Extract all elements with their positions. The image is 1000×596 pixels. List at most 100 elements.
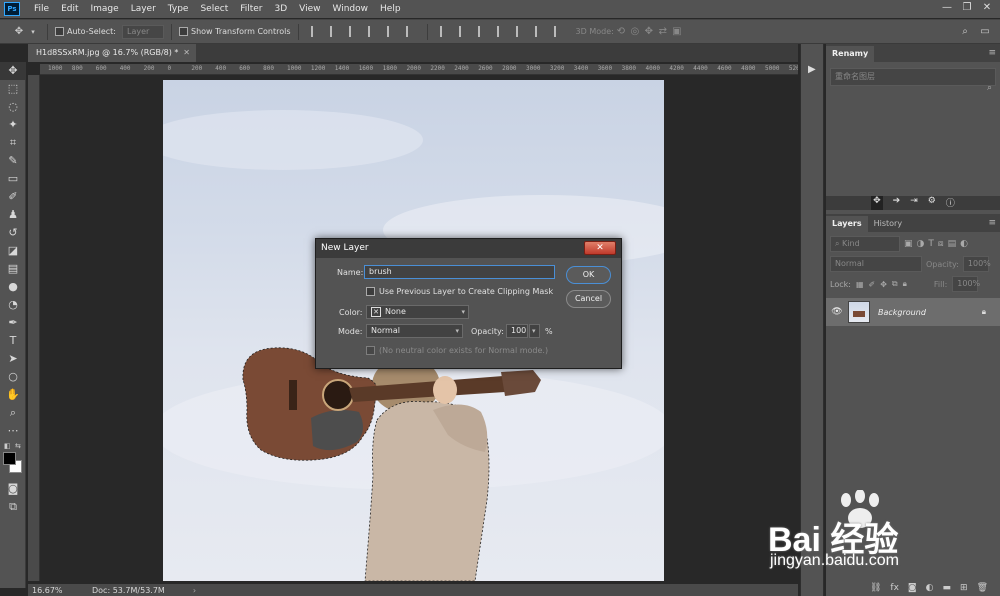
menu-image[interactable]: Image [85,4,125,14]
move-tool-icon[interactable]: ✥ [12,25,26,39]
move-panel-icon[interactable]: ✥ [871,196,883,210]
auto-select-dropdown[interactable]: Layer [121,24,164,39]
distribute-right-icon[interactable] [534,26,544,37]
shape-tool-icon[interactable]: ○ [0,368,26,386]
path-selection-tool-icon[interactable]: ➤ [0,350,26,368]
settings-icon[interactable]: ⚙ [928,196,936,210]
new-layer-icon[interactable]: ⊞ [960,583,968,593]
align-bottom-icon[interactable] [348,26,358,37]
kind-filter-dropdown[interactable]: ⌕ Kind [830,236,900,252]
move-tool-icon[interactable]: ✥ [0,62,26,80]
document-tab[interactable]: H1d8SSxRM.jpg @ 16.7% (RGB/8) * ✕ [28,44,196,62]
new-group-icon[interactable]: ▬ [943,583,952,593]
hand-tool-icon[interactable]: ✋ [0,386,26,404]
panel-menu-icon[interactable]: ≡ [988,218,996,228]
slide-3d-icon[interactable]: ⇄ [656,25,670,39]
pen-tool-icon[interactable]: ✒ [0,314,26,332]
name-field[interactable]: brush [364,265,555,279]
eraser-tool-icon[interactable]: ◪ [0,242,26,260]
zoom-level[interactable]: 16.67% [32,586,88,595]
color-dropdown[interactable]: ✕ None ▾ [366,305,469,319]
menu-file[interactable]: File [28,4,55,14]
align-hcenter-icon[interactable] [386,26,396,37]
add-mask-icon[interactable]: ◙ [908,583,917,593]
lasso-tool-icon[interactable]: ◌ [0,98,26,116]
delete-layer-icon[interactable]: 🗑︎ [977,583,988,593]
menu-type[interactable]: Type [162,4,195,14]
clipping-mask-checkbox[interactable] [366,287,375,296]
ok-button[interactable]: OK [566,266,611,284]
auto-select-checkbox[interactable] [55,27,64,36]
lock-artboard-icon[interactable]: ⧉ [892,279,898,289]
restore-icon[interactable]: ❐ [958,1,976,15]
orbit-3d-icon[interactable]: ⟲ [614,25,628,39]
lock-pixels-icon[interactable]: ▦ [856,280,864,289]
rename-input[interactable]: 重命名图层 [830,68,996,86]
type-filter-icon[interactable]: T [928,239,934,249]
adjustment-layer-icon[interactable]: ◐ [926,583,934,593]
status-menu-icon[interactable]: › [193,586,196,595]
mode-dropdown[interactable]: Normal ▾ [366,324,463,338]
marquee-tool-icon[interactable]: ⬚ [0,80,26,98]
align-vcenter-icon[interactable] [329,26,339,37]
layer-name[interactable]: Background [878,308,926,317]
auto-align-icon[interactable] [553,26,563,37]
stamp-tool-icon[interactable]: ♟ [0,206,26,224]
magic-wand-tool-icon[interactable]: ✦ [0,116,26,134]
menu-3d[interactable]: 3D [269,4,294,14]
distribute-hcenter-icon[interactable] [515,26,525,37]
workspace-icon[interactable]: ▭ [978,25,992,39]
menu-filter[interactable]: Filter [234,4,268,14]
menu-window[interactable]: Window [327,4,375,14]
cancel-button[interactable]: Cancel [566,290,611,308]
crop-tool-icon[interactable]: ⌗ [0,134,26,152]
menu-edit[interactable]: Edit [55,4,84,14]
distribute-bottom-icon[interactable] [477,26,487,37]
swap-colors-icon[interactable]: ⇆ [15,442,21,450]
info-icon[interactable]: ⓘ [946,196,955,210]
more-tools-icon[interactable]: ⋯ [0,422,26,440]
export-icon[interactable]: ⇥ [910,196,918,210]
layer-row[interactable]: 👁︎ Background 🔒︎ [826,298,1000,326]
align-right-icon[interactable] [405,26,415,37]
layer-style-icon[interactable]: fx [890,583,899,593]
chevron-down-icon[interactable]: ▾ [26,25,40,39]
filter-toggle-icon[interactable]: ◐ [960,239,968,249]
quick-mask-icon[interactable]: ◙ [0,480,26,498]
arrow-right-icon[interactable]: ➔ [893,196,901,210]
search-icon[interactable]: ⌕ [987,83,992,93]
lock-position-icon[interactable]: ✥ [880,280,887,289]
distribute-left-icon[interactable] [496,26,506,37]
panel-menu-icon[interactable]: ≡ [988,48,996,58]
menu-layer[interactable]: Layer [125,4,162,14]
history-brush-tool-icon[interactable]: ↺ [0,224,26,242]
screen-mode-icon[interactable]: ⧉ [0,498,26,516]
menu-help[interactable]: Help [374,4,407,14]
brush-tool-icon[interactable]: ✐ [0,188,26,206]
minimize-icon[interactable]: — [938,1,956,15]
close-dialog-button[interactable]: ✕ [584,241,616,255]
close-icon[interactable]: ✕ [978,1,996,15]
align-left-icon[interactable] [367,26,377,37]
eyedropper-tool-icon[interactable]: ✎ [0,152,26,170]
opacity-field[interactable]: 100 [506,324,528,338]
zoom-tool-icon[interactable]: ⌕ [0,404,26,422]
gradient-tool-icon[interactable]: ▤ [0,260,26,278]
lock-all-icon[interactable]: 🔒︎ [903,279,907,289]
fill-field[interactable]: 100% [952,276,980,292]
type-tool-icon[interactable]: T [0,332,26,350]
opacity-field[interactable]: 100% [962,256,991,272]
smart-object-filter-icon[interactable]: ▤ [948,239,957,249]
pan-3d-icon[interactable]: ✥ [642,25,656,39]
link-layers-icon[interactable]: ⛓ [870,583,881,593]
blur-tool-icon[interactable]: ● [0,278,26,296]
align-top-icon[interactable] [310,26,320,37]
tab-layers[interactable]: Layers [826,216,868,232]
expand-panels-icon[interactable]: ▶ [808,64,816,75]
blend-mode-dropdown[interactable]: Normal [830,256,922,272]
opacity-dropdown[interactable]: ▾ [529,324,540,338]
tab-history[interactable]: History [868,216,908,232]
frame-tool-icon[interactable]: ▭ [0,170,26,188]
shape-filter-icon[interactable]: ⧈ [938,239,944,249]
lock-paint-icon[interactable]: ✐ [869,280,876,289]
